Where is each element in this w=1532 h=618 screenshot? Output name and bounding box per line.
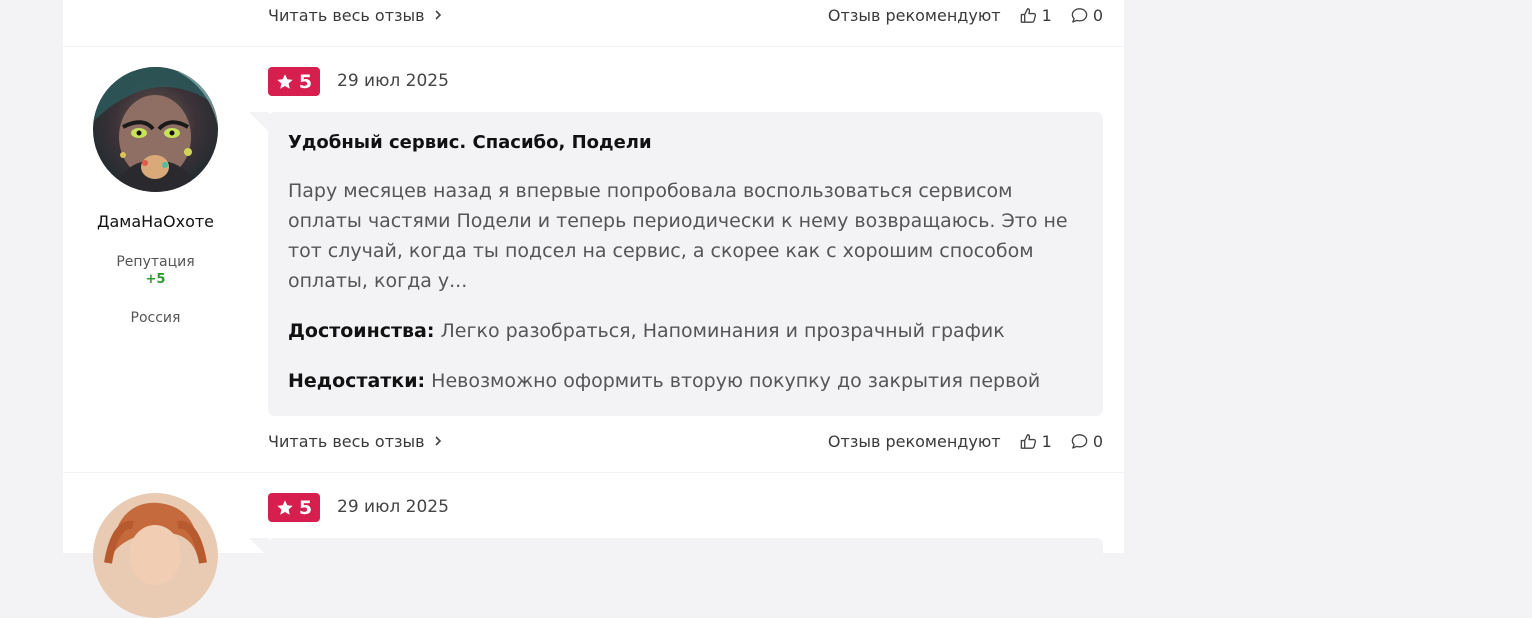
comment-icon bbox=[1071, 433, 1088, 449]
star-icon bbox=[277, 499, 293, 515]
review-date: 29 июл 2025 bbox=[337, 497, 449, 517]
chevron-right-icon bbox=[435, 436, 441, 446]
bubble-tail bbox=[249, 538, 269, 558]
thumbs-up-icon bbox=[1020, 7, 1036, 23]
author-avatar[interactable] bbox=[93, 493, 218, 618]
reputation-value: +5 bbox=[145, 272, 166, 287]
review-title[interactable]: Удобный сервис. Спасибо, Подели bbox=[288, 132, 652, 153]
likes-count: 1 bbox=[1041, 431, 1052, 451]
like-button[interactable]: 1 bbox=[1019, 432, 1052, 451]
rating-badge: 5 bbox=[268, 493, 320, 522]
comments-button[interactable]: 0 bbox=[1070, 432, 1103, 451]
review-date: 29 июл 2025 bbox=[337, 71, 449, 91]
like-button[interactable]: 1 bbox=[1019, 6, 1052, 25]
thumbs-up-icon bbox=[1020, 433, 1036, 449]
avatar-image bbox=[93, 493, 218, 618]
review-pros: Достоинства: Легко разобраться, Напомина… bbox=[288, 320, 1005, 342]
review-bubble[interactable] bbox=[268, 538, 1103, 578]
comments-button[interactable]: 0 bbox=[1070, 6, 1103, 25]
review-footer: Читать весь отзыв Отзыв рекомендуют 1 0 bbox=[268, 429, 1103, 453]
avatar-image bbox=[93, 67, 218, 192]
read-more-label: Читать весь отзыв bbox=[268, 431, 425, 451]
recommend-label: Отзыв рекомендуют bbox=[827, 5, 1001, 25]
next-review-card: 5 29 июл 2025 bbox=[63, 473, 1124, 618]
read-full-review-link[interactable]: Читать весь отзыв bbox=[268, 432, 445, 451]
pros-label: Достоинства: bbox=[288, 320, 435, 342]
star-icon bbox=[277, 73, 293, 89]
cons-text: Невозможно оформить вторую покупку до за… bbox=[431, 370, 1041, 392]
review-footer: Читать весь отзыв Отзыв рекомендуют 1 0 bbox=[268, 3, 1103, 27]
rating-value: 5 bbox=[298, 70, 313, 93]
review-text: Пару месяцев назад я впервые попробовала… bbox=[288, 180, 1068, 292]
previous-review-card: Читать весь отзыв Отзыв рекомендуют 1 0 bbox=[63, 0, 1124, 46]
rating-value: 5 bbox=[298, 496, 313, 519]
review-card: ДамаНаОхоте Репутация +5 Россия 5 29 июл… bbox=[63, 47, 1124, 472]
comments-count: 0 bbox=[1092, 5, 1103, 25]
recommend-label: Отзыв рекомендуют bbox=[827, 431, 1001, 451]
cons-label: Недостатки: bbox=[288, 370, 426, 392]
read-more-label: Читать весь отзыв bbox=[268, 5, 425, 25]
comments-count: 0 bbox=[1092, 431, 1103, 451]
rating-badge: 5 bbox=[268, 67, 320, 96]
pros-text: Легко разобраться, Напоминания и прозрач… bbox=[440, 320, 1005, 342]
author-name[interactable]: ДамаНаОхоте bbox=[63, 212, 248, 231]
read-full-review-link[interactable]: Читать весь отзыв bbox=[268, 6, 445, 25]
likes-count: 1 bbox=[1041, 5, 1052, 25]
comment-icon bbox=[1071, 7, 1088, 23]
reputation-label: Репутация bbox=[116, 254, 195, 270]
review-cons: Недостатки: Невозможно оформить вторую п… bbox=[288, 370, 1040, 392]
author-avatar[interactable] bbox=[93, 67, 218, 192]
chevron-right-icon bbox=[435, 10, 441, 20]
bubble-tail bbox=[249, 112, 269, 132]
author-country: Россия bbox=[130, 310, 181, 326]
review-bubble[interactable]: Удобный сервис. Спасибо, Подели Пару мес… bbox=[268, 112, 1103, 416]
